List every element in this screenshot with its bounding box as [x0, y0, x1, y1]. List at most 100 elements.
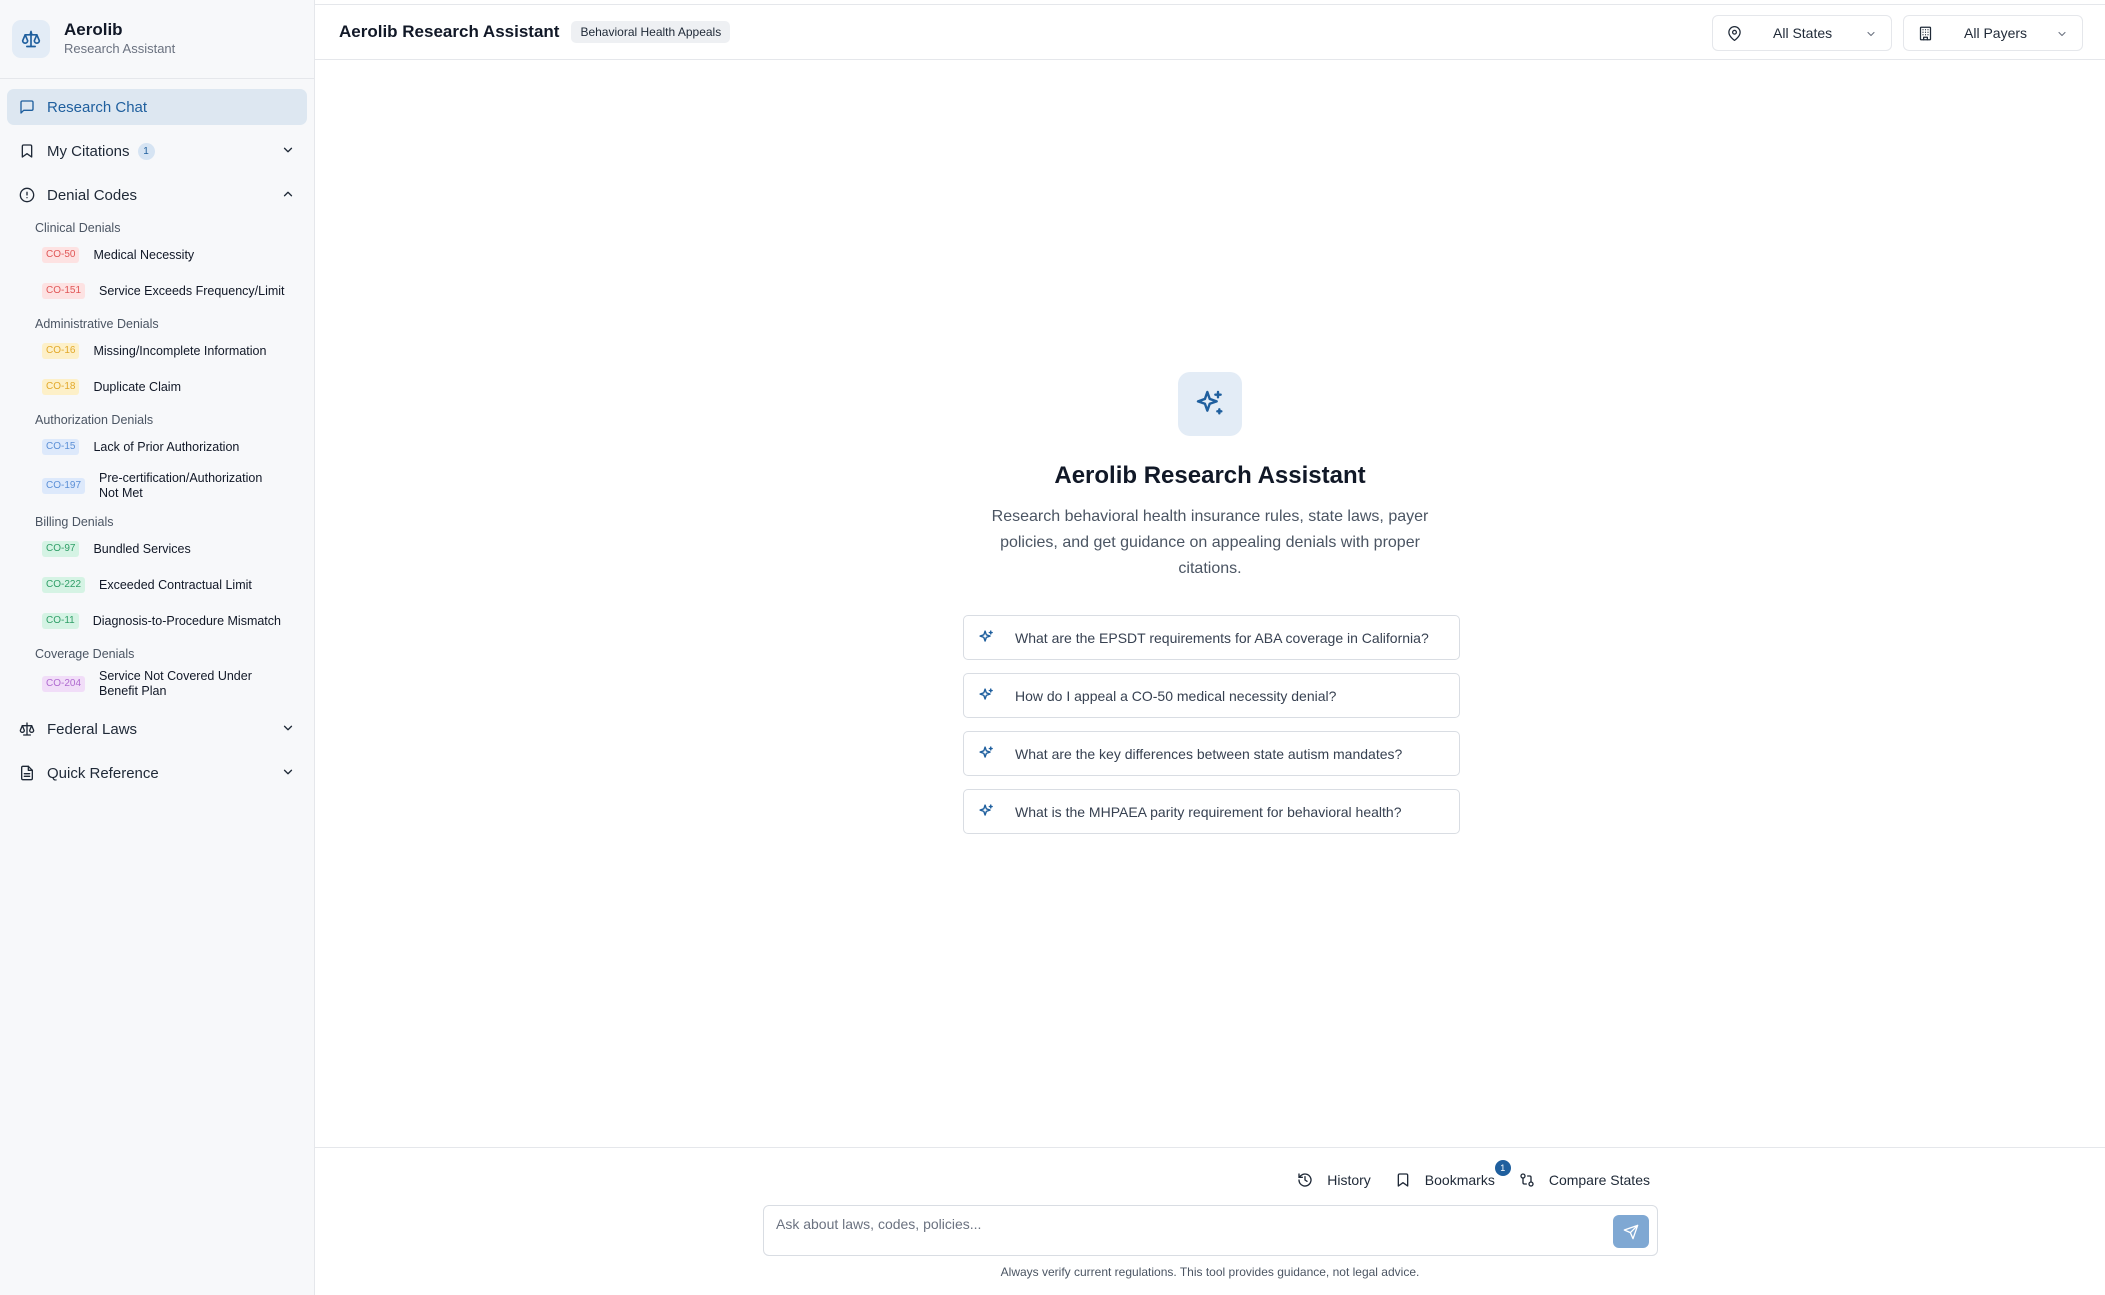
sidebar-item-denial-codes[interactable]: Denial Codes — [7, 177, 307, 213]
denial-code-item[interactable]: CO-50 Medical Necessity — [7, 237, 307, 273]
building-icon — [1919, 26, 1932, 41]
chevron-down-icon[interactable] — [281, 143, 295, 157]
denial-code-label: Bundled Services — [93, 541, 191, 556]
citations-count-badge: 1 — [137, 142, 155, 160]
chat-input[interactable] — [776, 1214, 1596, 1234]
denial-code-item[interactable]: CO-97 Bundled Services — [7, 531, 307, 567]
bookmarks-button[interactable]: Bookmarks 1 — [1395, 1160, 1511, 1188]
chat-icon — [20, 100, 34, 114]
sidebar: Aerolib Research Assistant Research Chat… — [0, 0, 315, 1295]
chevron-down-icon — [2058, 31, 2066, 37]
suggested-prompts: What are the EPSDT requirements for ABA … — [963, 615, 1460, 847]
sidebar-item-label: Research Chat — [47, 98, 148, 116]
history-icon — [1298, 1173, 1312, 1187]
denial-code-badge: CO-50 — [42, 247, 80, 263]
sparkles-icon — [979, 804, 993, 816]
page-title: Aerolib Research Assistant — [339, 22, 560, 41]
brand-name: Aerolib — [64, 20, 123, 39]
compare-states-button[interactable]: Compare States — [1519, 1172, 1650, 1188]
chevron-down-icon — [1867, 31, 1875, 37]
denial-code-badge: CO-97 — [42, 541, 80, 557]
denial-code-label: Exceeded Contractual Limit — [99, 577, 252, 592]
composer-tools: History Bookmarks 1 Compare States — [1273, 1160, 1650, 1188]
sidebar-item-label: Federal Laws — [47, 720, 138, 738]
history-label: History — [1327, 1172, 1371, 1188]
context-badge: Behavioral Health Appeals — [571, 21, 731, 43]
sparkles-icon — [979, 746, 993, 758]
top-bar: Aerolib Research Assistant Behavioral He… — [315, 4, 2105, 60]
suggested-prompt-text: What are the EPSDT requirements for ABA … — [1015, 629, 1429, 646]
chevron-down-icon[interactable] — [281, 765, 295, 779]
denial-code-item[interactable]: CO-197 Pre-certification/Authorization N… — [7, 465, 307, 507]
chat-composer — [763, 1205, 1658, 1256]
state-filter-value: All States — [1773, 25, 1833, 41]
compare-states-label: Compare States — [1548, 1172, 1650, 1188]
sidebar-item-quick-reference[interactable]: Quick Reference — [7, 755, 307, 791]
disclaimer-text: Always verify current regulations. This … — [1000, 1265, 1420, 1279]
history-button[interactable]: History — [1297, 1172, 1371, 1188]
denial-code-label: Diagnosis-to-Procedure Mismatch — [92, 613, 281, 628]
denial-code-badge: CO-197 — [42, 478, 86, 494]
sparkles-icon — [979, 630, 993, 642]
sparkles-icon — [979, 688, 993, 700]
send-button[interactable] — [1613, 1215, 1649, 1248]
alert-circle-icon — [19, 187, 35, 203]
denial-code-item[interactable]: CO-222 Exceeded Contractual Limit — [7, 567, 307, 603]
denial-code-badge: CO-11 — [42, 613, 79, 629]
hero-description: Research behavioral health insurance rul… — [991, 508, 1429, 577]
sidebar-item-label: Denial Codes — [47, 186, 138, 204]
brand-header: Aerolib Research Assistant — [0, 0, 314, 79]
payer-filter-value: All Payers — [1964, 25, 2028, 41]
sidebar-item-federal-laws[interactable]: Federal Laws — [7, 711, 307, 747]
group-title-billing: Billing Denials — [35, 515, 114, 529]
state-filter-select[interactable]: All States — [1712, 15, 1892, 51]
payer-filter-select[interactable]: All Payers — [1903, 15, 2083, 51]
denial-code-item[interactable]: CO-16 Missing/Incomplete Information — [7, 333, 307, 369]
denial-code-item[interactable]: CO-204 Service Not Covered Under Benefit… — [7, 663, 307, 705]
brand-subtitle: Research Assistant — [64, 41, 176, 56]
main-content: Aerolib Research Assistant Behavioral He… — [315, 0, 2105, 1295]
group-title-authorization: Authorization Denials — [35, 413, 154, 427]
denial-code-label: Service Not Covered Under Benefit Plan — [99, 669, 252, 698]
suggested-prompt-text: How do I appeal a CO-50 medical necessit… — [1015, 687, 1337, 704]
denial-code-badge: CO-15 — [42, 439, 80, 455]
denial-code-badge: CO-151 — [42, 283, 86, 299]
chevron-up-icon[interactable] — [281, 187, 295, 201]
sidebar-item-my-citations[interactable]: My Citations 1 — [7, 133, 307, 169]
hero-title: Aerolib Research Assistant — [1054, 462, 1366, 489]
denial-code-item[interactable]: CO-11 Diagnosis-to-Procedure Mismatch — [7, 603, 307, 639]
group-title-coverage: Coverage Denials — [35, 647, 135, 661]
denial-code-badge: CO-18 — [42, 379, 80, 395]
bookmark-icon — [21, 144, 33, 158]
send-icon — [1623, 1224, 1639, 1239]
denial-code-item[interactable]: CO-151 Service Exceeds Frequency/Limit — [7, 273, 307, 309]
welcome-hero: Aerolib Research Assistant Research beha… — [315, 372, 2105, 582]
denial-code-item[interactable]: CO-18 Duplicate Claim — [7, 369, 307, 405]
denial-code-badge: CO-16 — [42, 343, 80, 359]
sidebar-nav: Research Chat My Citations 1 Denial Code… — [0, 79, 314, 791]
denial-codes-list: Clinical Denials CO-50 Medical Necessity… — [7, 213, 307, 711]
scale-logo-icon — [12, 20, 50, 58]
suggested-prompt[interactable]: What are the EPSDT requirements for ABA … — [963, 615, 1460, 660]
denial-code-label: Lack of Prior Authorization — [93, 439, 240, 454]
bookmarks-label: Bookmarks — [1424, 1172, 1495, 1188]
suggested-prompt-text: What are the key differences between sta… — [1015, 745, 1403, 762]
suggested-prompt[interactable]: How do I appeal a CO-50 medical necessit… — [963, 673, 1460, 718]
scale-icon — [19, 722, 35, 736]
bookmarks-count-badge: 1 — [1494, 1160, 1511, 1176]
sidebar-item-label: My Citations — [47, 142, 130, 160]
suggested-prompt[interactable]: What are the key differences between sta… — [963, 731, 1460, 776]
denial-code-label: Missing/Incomplete Information — [93, 343, 267, 358]
group-title-administrative: Administrative Denials — [35, 317, 159, 331]
sidebar-item-label: Quick Reference — [47, 764, 159, 782]
chevron-down-icon[interactable] — [281, 721, 295, 735]
sidebar-item-research-chat[interactable]: Research Chat — [7, 89, 307, 125]
denial-code-label: Service Exceeds Frequency/Limit — [99, 283, 285, 298]
denial-code-label: Medical Necessity — [93, 247, 195, 262]
suggested-prompt[interactable]: What is the MHPAEA parity requirement fo… — [963, 789, 1460, 834]
denial-code-label: Duplicate Claim — [93, 379, 181, 394]
denial-code-item[interactable]: CO-15 Lack of Prior Authorization — [7, 429, 307, 465]
compare-icon — [1520, 1173, 1534, 1187]
suggested-prompt-text: What is the MHPAEA parity requirement fo… — [1015, 803, 1402, 820]
composer-area: History Bookmarks 1 Compare States Alway… — [315, 1147, 2105, 1295]
